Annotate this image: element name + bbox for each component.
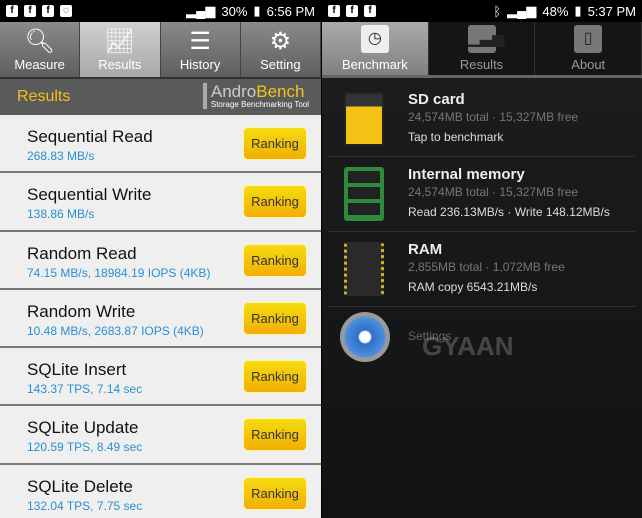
item-detail: RAM copy 6543.21MB/s	[408, 280, 538, 294]
tab-measure[interactable]: 🔍︎ Measure	[0, 22, 81, 77]
clock: 6:56 PM	[266, 3, 315, 19]
ranking-button[interactable]: Ranking	[243, 127, 307, 160]
result-row: SQLite Update 120.59 TPS, 8.49 sec Ranki…	[0, 406, 321, 465]
result-row: SQLite Delete 132.04 TPS, 7.75 sec Ranki…	[0, 464, 321, 518]
ranking-button[interactable]: Ranking	[243, 243, 307, 277]
page-title: Results	[17, 88, 71, 105]
phone-icon: ▯	[574, 25, 603, 53]
item-detail: Read 236.13MB/s · Write 148.12MB/s	[408, 205, 610, 219]
item-title: Internal memory	[408, 166, 525, 183]
tab-setting[interactable]: ⚙ Setting	[241, 22, 321, 77]
bar-chart-icon: ▁▃▅	[467, 25, 504, 53]
item-capacity: 24,574MB total · 15,327MB free	[408, 110, 579, 124]
storage-item[interactable]: RAM 2,855MB total · 1,072MB free RAM cop…	[328, 232, 636, 307]
results-header: Results AndroBench Storage Benchmarking …	[0, 79, 321, 115]
tab-label: History	[179, 57, 221, 72]
result-row: Sequential Read 268.83 MB/s Ranking	[0, 115, 321, 174]
list-icon: ☰	[189, 28, 211, 55]
tab-label: Benchmark	[341, 57, 408, 72]
sd-card-icon	[344, 92, 384, 146]
search-icon: 🔍︎	[24, 28, 55, 55]
chart-icon: 📈︎	[104, 28, 136, 55]
ranking-button[interactable]: Ranking	[243, 418, 307, 452]
gear-icon: ⚙	[269, 28, 292, 55]
result-row: Random Read 74.15 MB/s, 18984.19 IOPS (4…	[0, 231, 321, 290]
ram-chip-icon	[344, 242, 384, 296]
main-tabs: 🔍︎ Measure 📈︎ Results ☰ History ⚙ Setting	[0, 22, 321, 79]
watermark: GYAAN	[422, 331, 514, 361]
facebook-icon: f	[364, 5, 376, 17]
signal-icon: ▂▄▆	[507, 3, 537, 18]
status-bar: f f f ◌ ▂▄▆ 30% ▮ 6:56 PM	[0, 0, 321, 22]
main-tabs: ◷ Benchmark ▁▃▅ Results ▯ About	[322, 22, 642, 78]
clock: 5:37 PM	[587, 3, 636, 19]
tab-label: About	[571, 57, 606, 72]
logo-text: Andro	[210, 82, 257, 101]
ranking-button[interactable]: Ranking	[243, 301, 307, 335]
tab-history[interactable]: ☰ History	[161, 22, 241, 77]
androbench-panel: f f f ◌ ▂▄▆ 30% ▮ 6:56 PM 🔍︎ Measure 📈︎ Re…	[0, 0, 321, 518]
result-row: Random Write 10.48 MB/s, 2683.87 IOPS (4…	[0, 289, 321, 349]
settings-gear-icon	[340, 312, 390, 362]
ranking-button[interactable]: Ranking	[243, 185, 307, 219]
tab-results[interactable]: ▁▃▅ Results	[428, 22, 536, 75]
tab-label: Results	[459, 57, 504, 72]
bluetooth-icon: ᛒ	[493, 3, 502, 19]
battery-level: 30%	[221, 3, 248, 19]
item-capacity: 24,574MB total · 15,327MB free	[408, 185, 579, 199]
memory-chip-icon	[344, 167, 384, 221]
result-row: Sequential Write 138.86 MB/s Ranking	[0, 173, 321, 232]
battery-level: 48%	[542, 3, 569, 19]
status-bar: f f f ᛒ ▂▄▆ 48% ▮ 5:37 PM	[322, 0, 642, 22]
tab-about[interactable]: ▯ About	[535, 22, 642, 75]
ranking-button[interactable]: Ranking	[243, 476, 307, 510]
tab-label: Setting	[260, 57, 301, 72]
storage-item[interactable]: SD card 24,574MB total · 15,327MB free T…	[328, 82, 636, 157]
facebook-icon: f	[24, 5, 36, 17]
battery-icon: ▮	[253, 3, 261, 18]
speedometer-icon: ◷	[360, 25, 389, 53]
logo-text-bold: Bench	[256, 82, 305, 101]
battery-icon: ▮	[574, 3, 582, 18]
tab-results[interactable]: 📈︎ Results	[80, 22, 161, 77]
storage-item[interactable]: Internal memory 24,574MB total · 15,327M…	[328, 157, 636, 232]
ranking-button[interactable]: Ranking	[243, 360, 307, 394]
settings-item[interactable]: Settings GYAAN	[322, 307, 642, 367]
facebook-icon: f	[346, 5, 358, 17]
benchmark-panel: f f f ᛒ ▂▄▆ 48% ▮ 5:37 PM ◷ Benchmark ▁▃▅…	[322, 0, 642, 518]
tab-benchmark[interactable]: ◷ Benchmark	[322, 22, 429, 75]
results-list: Sequential Read 268.83 MB/s Ranking Sequ…	[0, 115, 321, 518]
notification-icon: f	[328, 5, 340, 17]
notification-icon: f	[6, 5, 18, 17]
result-row: SQLite Insert 143.37 TPS, 7.14 sec Ranki…	[0, 348, 321, 407]
item-title: SD card	[408, 91, 465, 108]
signal-icon: ▂▄▆	[186, 3, 216, 18]
whatsapp-icon: ◌	[60, 5, 72, 17]
tab-label: Measure	[14, 57, 65, 72]
item-capacity: 2,855MB total · 1,072MB free	[408, 260, 565, 274]
tab-label: Results	[98, 57, 142, 72]
facebook-icon: f	[42, 5, 54, 17]
androbench-logo: AndroBench Storage Benchmarking Tool	[202, 82, 309, 109]
storage-list: SD card 24,574MB total · 15,327MB free T…	[322, 82, 642, 307]
logo-subtitle: Storage Benchmarking Tool	[210, 100, 309, 109]
item-detail: Tap to benchmark	[408, 130, 504, 144]
item-title: RAM	[408, 241, 443, 258]
